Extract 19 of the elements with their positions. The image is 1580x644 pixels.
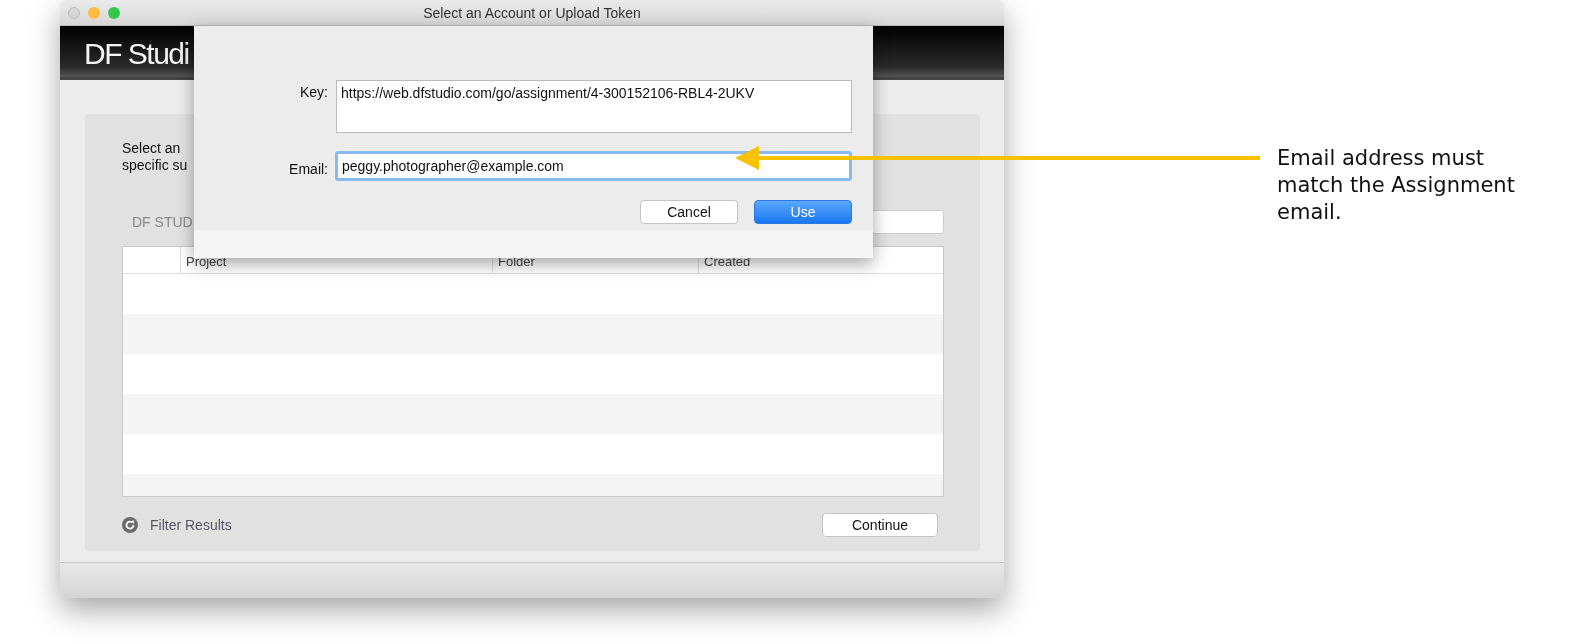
window-title: Select an Account or Upload Token [423, 4, 641, 21]
intro-text: specific su [122, 157, 188, 175]
intro-text: Select an [122, 140, 181, 158]
minimize-button[interactable] [88, 6, 100, 19]
filter-link[interactable]: Filter Results [150, 517, 232, 534]
source-label: DF STUD [132, 214, 193, 231]
continue-button[interactable]: Continue [822, 513, 938, 538]
refresh-icon[interactable] [122, 517, 138, 534]
column-header[interactable]: Project [186, 254, 227, 274]
close-button[interactable] [68, 6, 80, 19]
zoom-button[interactable] [108, 6, 120, 19]
email-field[interactable]: peggy.photographer@example.com [335, 151, 852, 182]
app-logo: DF Studi [84, 39, 189, 70]
cancel-button[interactable]: Cancel [640, 199, 738, 224]
email-label: Email: [289, 161, 329, 178]
key-label: Key: [300, 83, 329, 100]
key-field[interactable]: https://web.dfstudio.com/go/assignment/4-300152106-RBL4-2UKV [336, 80, 852, 133]
column-header[interactable]: Created [704, 254, 751, 274]
annotation-text: Email address must match the Assignment email. [1277, 145, 1516, 226]
